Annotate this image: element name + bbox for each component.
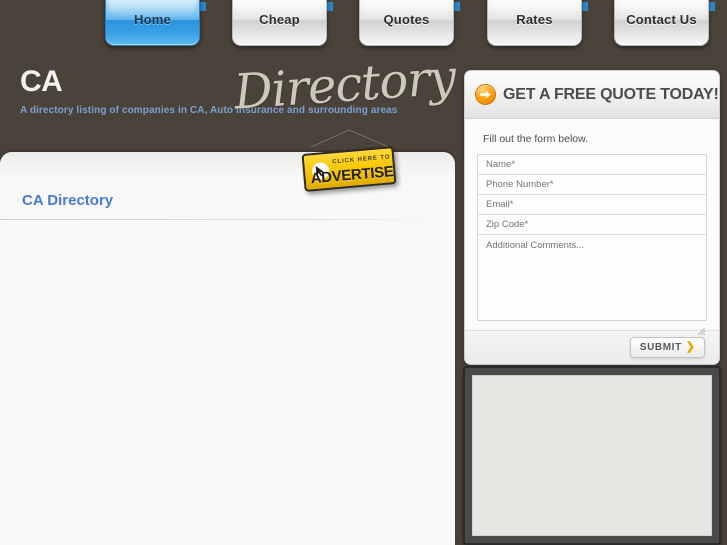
advertisement-content-area	[472, 375, 712, 536]
nav-tab-label: Home	[134, 12, 171, 27]
advertise-badge[interactable]: CLICK HERE TO ADVERTISE	[301, 129, 397, 192]
tab-corner-notch	[195, 2, 206, 11]
tab-corner-notch	[704, 2, 715, 11]
name-input[interactable]	[478, 155, 706, 175]
nav-tab-quotes[interactable]: Quotes	[359, 0, 460, 46]
advertisement-panel[interactable]	[463, 366, 721, 545]
phone-input[interactable]	[478, 175, 706, 195]
page-title: CA Directory	[22, 192, 114, 209]
tab-corner-notch	[322, 2, 333, 11]
chevron-right-icon: ❯	[685, 341, 695, 353]
submit-button[interactable]: SUBMIT ❯	[629, 337, 705, 358]
main-navigation: Home Cheap Quotes Rates Contact Us	[0, 0, 727, 55]
site-title: CA	[20, 65, 63, 98]
submit-button-label: SUBMIT	[639, 342, 682, 353]
badge-plate: CLICK HERE TO ADVERTISE	[301, 146, 397, 192]
quote-form-header: GET A FREE QUOTE TODAY!	[465, 71, 719, 119]
nav-tab-cheap[interactable]: Cheap	[232, 0, 333, 46]
zip-code-input[interactable]	[478, 215, 706, 235]
nav-tab-home[interactable]: Home	[105, 0, 206, 46]
additional-comments-textarea[interactable]	[478, 235, 706, 320]
form-intro-text: Fill out the form below.	[483, 133, 589, 145]
tab-corner-notch	[449, 2, 460, 11]
nav-tab-contact-us[interactable]: Contact Us	[614, 0, 715, 46]
badge-hanger-icon	[310, 129, 390, 148]
main-content-panel: CA Directory	[0, 152, 455, 545]
nav-tab-label: Cheap	[259, 12, 300, 27]
quote-form-footer: SUBMIT ❯	[465, 330, 719, 364]
email-input[interactable]	[478, 195, 706, 215]
form-field-group	[477, 154, 707, 321]
arrow-right-icon	[475, 84, 496, 105]
content-divider	[0, 219, 436, 220]
directory-script-logo: Directory	[231, 49, 457, 121]
quote-form-panel: GET A FREE QUOTE TODAY! Fill out the for…	[464, 70, 720, 365]
quote-form-body: Fill out the form below.	[465, 119, 719, 321]
tab-corner-notch	[577, 2, 588, 11]
sidebar: GET A FREE QUOTE TODAY! Fill out the for…	[464, 70, 720, 365]
quote-form-title: GET A FREE QUOTE TODAY!	[503, 85, 719, 103]
nav-tab-label: Quotes	[383, 12, 430, 27]
nav-tab-rates[interactable]: Rates	[487, 0, 588, 46]
nav-tab-label: Rates	[516, 12, 553, 27]
nav-tab-label: Contact Us	[626, 12, 697, 27]
